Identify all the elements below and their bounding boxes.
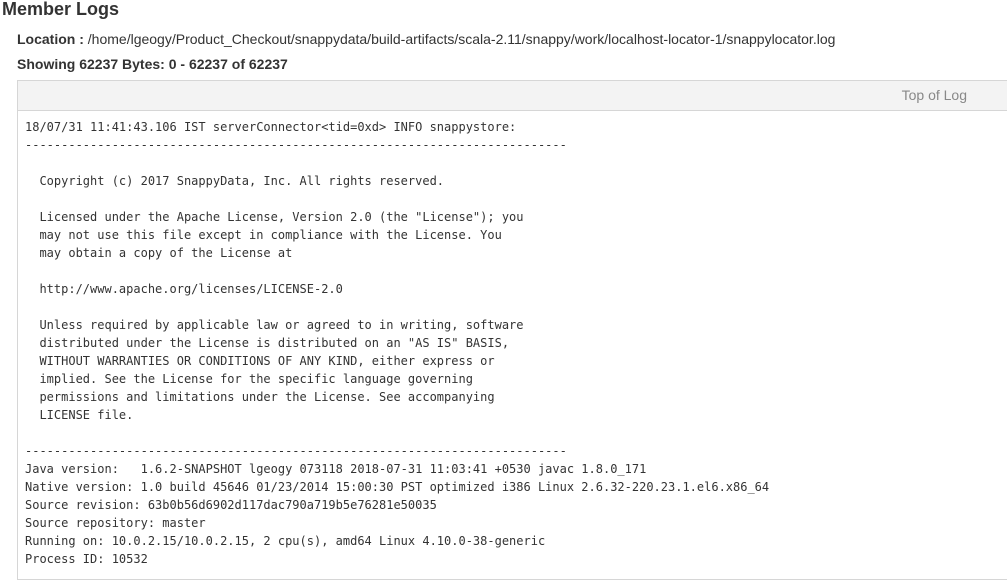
- log-line: distributed under the License is distrib…: [25, 336, 510, 350]
- log-line: WITHOUT WARRANTIES OR CONDITIONS OF ANY …: [25, 354, 495, 368]
- log-line: Source repository: master: [25, 516, 206, 530]
- log-line: implied. See the License for the specifi…: [25, 372, 473, 386]
- log-line: 18/07/31 11:41:43.106 IST serverConnecto…: [25, 120, 517, 134]
- log-line: ----------------------------------------…: [25, 138, 567, 152]
- log-line: may obtain a copy of the License at: [25, 246, 293, 260]
- log-line: Source revision: 63b0b56d6902d117dac790a…: [25, 498, 437, 512]
- log-panel[interactable]: Top of Log 18/07/31 11:41:43.106 IST ser…: [17, 80, 1007, 580]
- log-line: Running on: 10.0.2.15/10.0.2.15, 2 cpu(s…: [25, 534, 546, 548]
- log-line: Native version: 1.0 build 45646 01/23/20…: [25, 480, 770, 494]
- log-line: Licensed under the Apache License, Versi…: [25, 210, 524, 224]
- log-line: http://www.apache.org/licenses/LICENSE-2…: [25, 282, 343, 296]
- location-label: Location :: [17, 31, 84, 47]
- log-line: Copyright (c) 2017 SnappyData, Inc. All …: [25, 174, 445, 188]
- log-content: 18/07/31 11:41:43.106 IST serverConnecto…: [18, 111, 1007, 568]
- page-title: Member Logs: [2, 0, 120, 19]
- log-panel-header: Top of Log: [18, 81, 1007, 111]
- log-line: Process ID: 10532: [25, 552, 148, 566]
- log-line: LICENSE file.: [25, 408, 134, 422]
- bytes-range-info: Showing 62237 Bytes: 0 - 62237 of 62237: [17, 56, 288, 72]
- log-line: Java version: 1.6.2-SNAPSHOT lgeogy 0731…: [25, 462, 647, 476]
- log-line: ----------------------------------------…: [25, 444, 567, 458]
- log-location: Location : /home/lgeogy/Product_Checkout…: [17, 30, 835, 48]
- log-line: may not use this file except in complian…: [25, 228, 502, 242]
- log-line: permissions and limitations under the Li…: [25, 390, 495, 404]
- location-path: /home/lgeogy/Product_Checkout/snappydata…: [87, 31, 836, 47]
- top-of-log-link[interactable]: Top of Log: [902, 87, 967, 103]
- log-line: Unless required by applicable law or agr…: [25, 318, 524, 332]
